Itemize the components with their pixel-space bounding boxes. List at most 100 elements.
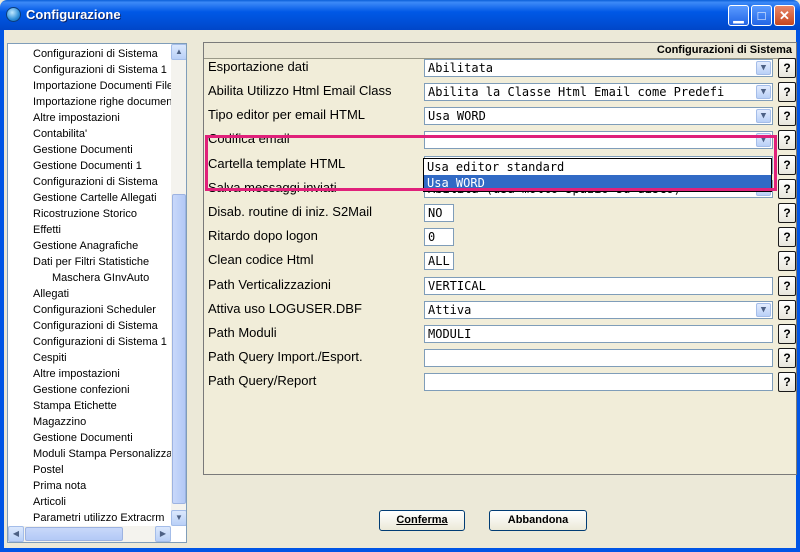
help-button[interactable]: ? bbox=[778, 251, 796, 271]
sidebar-item[interactable]: Altre impostazioni bbox=[33, 110, 120, 126]
help-button[interactable]: ? bbox=[778, 276, 796, 296]
help-button[interactable]: ? bbox=[778, 300, 796, 320]
sidebar-horizontal-scrollbar[interactable]: ◀ ▶ bbox=[8, 526, 171, 542]
sidebar-item[interactable]: Maschera GInvAuto bbox=[52, 270, 149, 286]
sidebar-item[interactable]: Parametri utilizzo Extracrm bbox=[33, 510, 164, 526]
help-button[interactable]: ? bbox=[778, 372, 796, 392]
field-label: Path Query/Report bbox=[208, 373, 317, 388]
select-field[interactable]: Attiva ▼ bbox=[424, 301, 773, 319]
sidebar-item[interactable]: Gestione Anagrafiche bbox=[33, 238, 138, 254]
chevron-down-icon[interactable]: ▼ bbox=[756, 85, 771, 99]
text-field[interactable] bbox=[424, 349, 773, 367]
select-field[interactable]: Abilitata ▼ bbox=[424, 59, 773, 77]
sidebar-item[interactable]: Gestione Documenti 1 bbox=[33, 158, 142, 174]
sidebar-item[interactable]: Ricostruzione Storico bbox=[33, 206, 137, 222]
field-value: Abilita la Classe Html Email come Predef… bbox=[428, 85, 725, 99]
dropdown-option[interactable]: Usa editor standard bbox=[424, 159, 771, 175]
window-titlebar[interactable]: Configurazione ▁ □ ✕ bbox=[0, 0, 800, 30]
sidebar-item[interactable]: Stampa Etichette bbox=[33, 398, 117, 414]
select-field[interactable]: Abilita la Classe Html Email come Predef… bbox=[424, 83, 773, 101]
help-button[interactable]: ? bbox=[778, 179, 796, 199]
text-field[interactable]: NO bbox=[424, 204, 454, 222]
field-value: Usa WORD bbox=[428, 109, 486, 123]
window-frame-left bbox=[0, 30, 4, 552]
scroll-down-button[interactable]: ▼ bbox=[171, 510, 186, 526]
sidebar-item[interactable]: Configurazioni di Sistema bbox=[33, 174, 158, 190]
editor-type-dropdown-list[interactable]: Usa editor standard Usa WORD bbox=[423, 158, 772, 192]
help-button[interactable]: ? bbox=[778, 348, 796, 368]
chevron-down-icon[interactable]: ▼ bbox=[756, 303, 771, 317]
chevron-down-icon[interactable]: ▼ bbox=[756, 61, 771, 75]
scroll-thumb[interactable] bbox=[172, 194, 186, 504]
text-field[interactable]: 0 bbox=[424, 228, 454, 246]
help-button[interactable]: ? bbox=[778, 227, 796, 247]
sidebar-item[interactable]: Dati per Filtri Statistiche bbox=[33, 254, 149, 270]
scroll-left-button[interactable]: ◀ bbox=[8, 526, 24, 542]
panel-header: Configurazioni di Sistema bbox=[204, 43, 796, 59]
field-value: 0 bbox=[428, 230, 436, 244]
field-label: Codifica email bbox=[208, 131, 290, 146]
abandon-button[interactable]: Abbandona bbox=[489, 510, 587, 531]
help-button[interactable]: ? bbox=[778, 155, 796, 175]
chevron-down-icon[interactable]: ▼ bbox=[756, 133, 771, 147]
sidebar-item[interactable]: Moduli Stampa Personalizzati bbox=[33, 446, 178, 462]
sidebar-item[interactable]: Allegati bbox=[33, 286, 69, 302]
field-label: Tipo editor per email HTML bbox=[208, 107, 366, 122]
sidebar-item[interactable]: Prima nota bbox=[33, 478, 86, 494]
help-button[interactable]: ? bbox=[778, 58, 796, 78]
sidebar-item[interactable]: Gestione confezioni bbox=[33, 382, 130, 398]
scroll-right-button[interactable]: ▶ bbox=[155, 526, 171, 542]
sidebar-item[interactable]: Effetti bbox=[33, 222, 61, 238]
field-label: Abilita Utilizzo Html Email Class bbox=[208, 83, 392, 98]
chevron-down-icon[interactable]: ▼ bbox=[756, 109, 771, 123]
help-button[interactable]: ? bbox=[778, 130, 796, 150]
text-field[interactable] bbox=[424, 373, 773, 391]
text-field[interactable]: ALL bbox=[424, 252, 454, 270]
sidebar-item[interactable]: Configurazioni di Sistema 1 bbox=[33, 334, 167, 350]
text-field[interactable]: VERTICAL bbox=[424, 277, 773, 295]
sidebar-item[interactable]: Configurazioni Scheduler bbox=[33, 302, 156, 318]
help-button[interactable]: ? bbox=[778, 203, 796, 223]
sidebar-tree[interactable]: Configurazioni di Sistema Configurazioni … bbox=[7, 43, 187, 543]
help-button[interactable]: ? bbox=[778, 106, 796, 126]
sidebar-item[interactable]: Postel bbox=[33, 462, 64, 478]
help-button[interactable]: ? bbox=[778, 324, 796, 344]
field-label: Salva messaggi inviati bbox=[208, 180, 337, 195]
sidebar-vertical-scrollbar[interactable]: ▲ ▼ bbox=[171, 44, 186, 526]
select-field[interactable]: Usa WORD ▼ bbox=[424, 107, 773, 125]
sidebar-item[interactable]: Articoli bbox=[33, 494, 66, 510]
sidebar-item[interactable]: Gestione Documenti bbox=[33, 142, 133, 158]
field-label: Cartella template HTML bbox=[208, 156, 346, 171]
field-label: Attiva uso LOGUSER.DBF bbox=[208, 301, 362, 316]
horizontal-scroll-thumb[interactable] bbox=[25, 527, 123, 541]
field-value: Abilitata bbox=[428, 61, 494, 75]
scroll-up-button[interactable]: ▲ bbox=[171, 44, 186, 60]
sidebar-item[interactable]: Magazzino bbox=[33, 414, 86, 430]
select-field[interactable]: ▼ bbox=[424, 131, 773, 149]
sidebar-item[interactable]: Altre impostazioni bbox=[33, 366, 120, 382]
sidebar-item[interactable]: Importazione righe documenti bbox=[33, 94, 178, 110]
sidebar-item[interactable]: Importazione Documenti File bbox=[33, 78, 173, 94]
sidebar-item[interactable]: Gestione Cartelle Allegati bbox=[33, 190, 157, 206]
field-label: Path Query Import./Esport. bbox=[208, 349, 363, 364]
field-value: ALL bbox=[428, 254, 450, 268]
sidebar-item[interactable]: Configurazioni di Sistema 1 bbox=[33, 62, 167, 78]
sidebar-item[interactable]: Contabilita' bbox=[33, 126, 87, 142]
sidebar-item[interactable]: Cespiti bbox=[33, 350, 67, 366]
confirm-button-label: Conferma bbox=[396, 514, 448, 526]
confirm-button[interactable]: Conferma bbox=[379, 510, 465, 531]
app-icon bbox=[6, 7, 21, 22]
maximize-button[interactable]: □ bbox=[751, 5, 772, 26]
text-field[interactable]: MODULI bbox=[424, 325, 773, 343]
field-label: Esportazione dati bbox=[208, 59, 309, 74]
window-frame-bottom bbox=[0, 548, 800, 552]
close-button[interactable]: ✕ bbox=[774, 5, 795, 26]
window-title: Configurazione bbox=[26, 7, 121, 22]
sidebar-item[interactable]: Configurazioni di Sistema bbox=[33, 318, 158, 334]
config-panel: Configurazioni di Sistema Esportazione d… bbox=[203, 42, 797, 475]
minimize-button[interactable]: ▁ bbox=[728, 5, 749, 26]
help-button[interactable]: ? bbox=[778, 82, 796, 102]
sidebar-item[interactable]: Gestione Documenti bbox=[33, 430, 133, 446]
dropdown-option[interactable]: Usa WORD bbox=[424, 175, 771, 191]
sidebar-item[interactable]: Configurazioni di Sistema bbox=[33, 46, 158, 62]
